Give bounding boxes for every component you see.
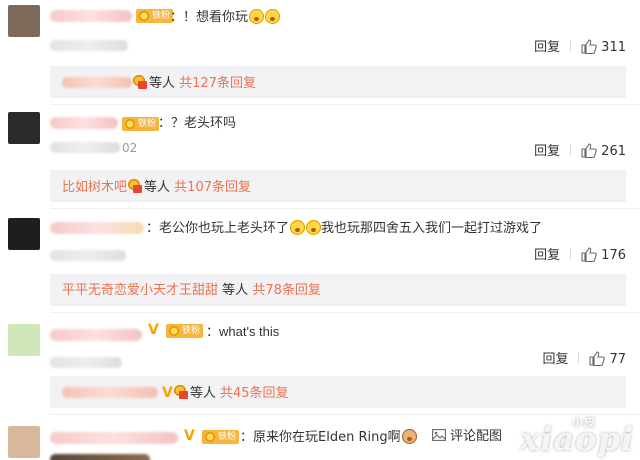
thumbs-up-icon (581, 247, 598, 263)
comment-image-action[interactable]: 评论配图 (432, 429, 502, 445)
vip-icon: V (148, 322, 159, 338)
like-button[interactable]: 311 (581, 39, 626, 55)
image-icon (432, 429, 446, 441)
emoji-face-icon (249, 9, 265, 24)
reply-button[interactable]: 回复 (534, 244, 560, 263)
comment-text: ：？老头环吗 (158, 116, 237, 131)
like-count: 77 (609, 352, 626, 367)
sub-reply-user[interactable]: 比如树木吧 (62, 180, 127, 195)
medal-icon (133, 75, 147, 89)
fan-badge: 铁粉 (136, 9, 174, 23)
medal-icon (173, 385, 188, 399)
fan-badge: 铁粉 (202, 430, 240, 444)
sub-reply-user-blurred[interactable] (62, 77, 132, 88)
comment-text: ：原来你在玩Elden Ring啊 (240, 429, 417, 446)
timestamp-blurred (50, 357, 122, 368)
comment-text: ：what's this (206, 324, 280, 339)
username-blurred[interactable] (50, 10, 132, 22)
separator (570, 144, 572, 156)
sub-reply-user-blurred[interactable] (62, 387, 158, 398)
timestamp-blurred (50, 250, 126, 261)
sub-reply-text: 等人 (189, 386, 216, 401)
timestamp-blurred (50, 40, 128, 51)
like-button[interactable]: 261 (581, 143, 626, 159)
sub-reply-user[interactable]: 平平无奇恋爱小天才王甜甜 (62, 283, 218, 298)
timestamp-tail: 02 (122, 141, 138, 155)
like-count: 176 (601, 248, 626, 263)
sub-replies-box[interactable]: 比如树木吧 等人 共107条回复 (50, 170, 626, 202)
emoji-face-icon (401, 429, 417, 444)
thumbs-up-icon (581, 143, 598, 159)
like-count: 311 (601, 40, 626, 55)
sub-reply-text: 等人 (149, 76, 176, 91)
thumbs-up-icon (581, 39, 598, 55)
avatar[interactable] (8, 5, 40, 37)
sub-replies-box[interactable]: V 等人 共45条回复 (50, 376, 626, 408)
comment-item: V 铁粉 ：what's this 回复 77 (0, 312, 640, 378)
separator (570, 40, 572, 52)
username-blurred[interactable] (50, 117, 118, 129)
avatar[interactable] (8, 112, 40, 144)
view-all-replies-link[interactable]: 共78条回复 (252, 283, 321, 298)
emoji-face-icon (306, 220, 322, 235)
comment-text: ：老公你也玩上老头环了 我也玩那四舍五入我们一起打过游戏了 (146, 220, 543, 236)
avatar[interactable] (8, 218, 40, 250)
view-all-replies-link[interactable]: 共45条回复 (220, 386, 289, 401)
comment-text: ：！想看你玩 (170, 9, 281, 26)
timestamp-blurred (50, 142, 120, 153)
sub-replies-box[interactable]: 平平无奇恋爱小天才王甜甜 等人 共78条回复 (50, 274, 626, 306)
sub-replies-box[interactable]: 等人 共127条回复 (50, 66, 626, 98)
thumbs-up-icon (589, 351, 606, 367)
comment-item: 铁粉 ：？老头环吗 02 回复 261 (0, 104, 640, 168)
sub-reply-text: 等人 (222, 283, 249, 298)
comment-actions: 回复 77 (542, 348, 626, 367)
reply-button[interactable]: 回复 (534, 140, 560, 159)
username-blurred[interactable] (50, 329, 142, 341)
comment-item: ：老公你也玩上老头环了 我也玩那四舍五入我们一起打过游戏了 回复 176 (0, 208, 640, 274)
like-button[interactable]: 176 (581, 247, 626, 263)
vip-icon: V (162, 385, 173, 401)
like-button[interactable]: 77 (589, 351, 626, 367)
medal-icon (128, 179, 143, 193)
separator (578, 352, 580, 364)
avatar[interactable] (8, 324, 40, 356)
timestamp-blurred (50, 454, 150, 460)
fan-badge: 铁粉 (166, 324, 204, 338)
username-blurred[interactable] (50, 222, 144, 234)
like-count: 261 (601, 144, 626, 159)
comment-actions: 回复 176 (534, 244, 626, 263)
comment-item: 铁粉 ：！想看你玩 回复 311 (0, 0, 640, 68)
comment-actions: 回复 261 (534, 140, 626, 159)
fan-badge: 铁粉 (122, 117, 160, 131)
vip-icon: V (184, 428, 195, 444)
avatar[interactable] (8, 426, 40, 458)
username-blurred[interactable] (50, 432, 178, 444)
emoji-face-icon (265, 9, 281, 24)
comment-actions: 回复 311 (534, 36, 626, 55)
separator (570, 248, 572, 260)
sub-reply-text: 等人 (144, 180, 171, 195)
watermark-logo: 小皮 xiaopi (520, 416, 634, 458)
view-all-replies-link[interactable]: 共127条回复 (179, 76, 256, 91)
reply-button[interactable]: 回复 (542, 348, 568, 367)
view-all-replies-link[interactable]: 共107条回复 (174, 180, 251, 195)
emoji-face-icon (290, 220, 306, 235)
reply-button[interactable]: 回复 (534, 36, 560, 55)
